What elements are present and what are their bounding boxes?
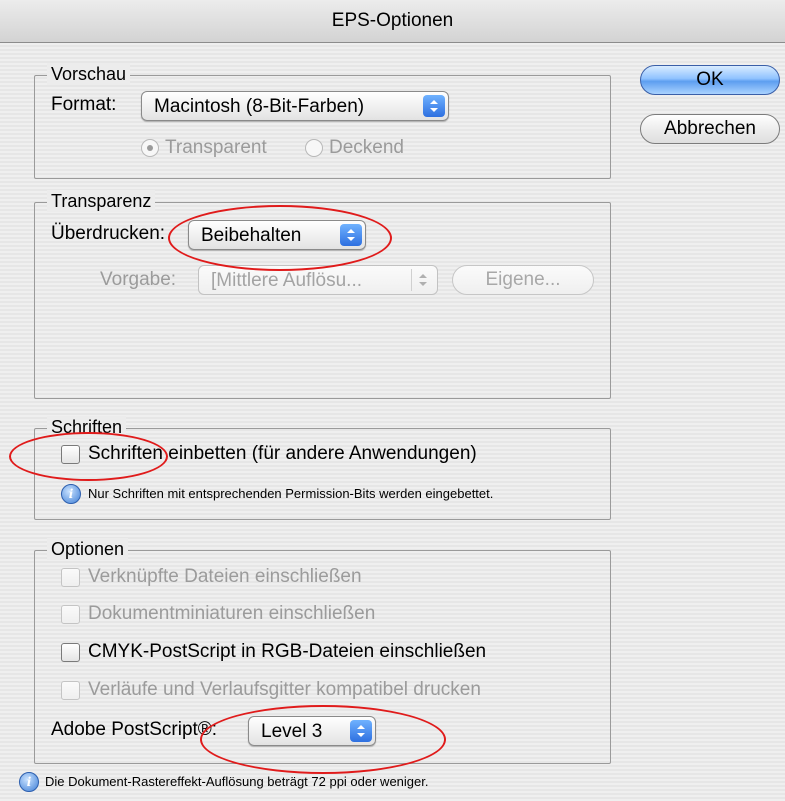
popup-arrows-icon xyxy=(423,95,445,117)
embed-fonts-label: Schriften einbetten (für andere Anwendun… xyxy=(88,443,477,464)
popup-arrows-icon xyxy=(340,224,362,246)
radio-transparent-label: Transparent xyxy=(165,137,267,158)
radio-transparent[interactable] xyxy=(141,139,159,157)
include-thumbnails-checkbox[interactable] xyxy=(61,605,80,624)
compatible-gradients-label: Verläufe und Verlaufsgitter kompatibel d… xyxy=(88,679,481,700)
ok-button[interactable]: OK xyxy=(640,65,780,95)
fonts-group: Schriften Schriften einbetten (für ander… xyxy=(34,416,611,520)
window-title: EPS-Optionen xyxy=(331,10,454,31)
transparency-legend: Transparenz xyxy=(47,190,156,212)
preset-label: Vorgabe: xyxy=(100,269,177,290)
preview-legend: Vorschau xyxy=(47,63,131,85)
cancel-button[interactable]: Abbrechen xyxy=(640,114,780,144)
postscript-level-value: Level 3 xyxy=(261,721,323,742)
format-value: Macintosh (8-Bit-Farben) xyxy=(154,96,365,117)
format-label: Format: xyxy=(51,94,117,115)
info-icon: i xyxy=(61,484,81,504)
options-legend: Optionen xyxy=(47,538,129,560)
postscript-label: Adobe PostScript®: xyxy=(51,719,218,740)
include-thumbnails-label: Dokumentminiaturen einschließen xyxy=(88,603,376,624)
radio-opaque-label: Deckend xyxy=(329,137,404,158)
footer-info-text: Die Dokument-Rastereffekt-Auflösung betr… xyxy=(45,774,429,789)
popup-arrows-icon xyxy=(411,269,434,291)
preset-value: [Mittlere Auflösu... xyxy=(211,270,363,291)
custom-button[interactable]: Eigene... xyxy=(452,265,594,295)
format-popup[interactable]: Macintosh (8-Bit-Farben) xyxy=(141,91,449,121)
preset-popup[interactable]: [Mittlere Auflösu... xyxy=(198,265,438,295)
preview-group: Vorschau Format: Macintosh (8-Bit-Farben… xyxy=(34,63,611,179)
postscript-level-popup[interactable]: Level 3 xyxy=(248,716,376,746)
include-linked-label: Verknüpfte Dateien einschließen xyxy=(88,566,362,587)
window-title-bar: EPS-Optionen xyxy=(0,0,785,43)
options-group: Optionen Verknüpfte Dateien einschließen… xyxy=(34,538,611,764)
fonts-legend: Schriften xyxy=(47,416,127,438)
overprint-popup[interactable]: Beibehalten xyxy=(188,220,366,250)
footer-info-icon: i xyxy=(19,772,39,792)
transparency-group: Transparenz Überdrucken: Beibehalten Vor… xyxy=(34,190,611,399)
overprint-label: Überdrucken: xyxy=(51,223,166,244)
embed-fonts-checkbox[interactable] xyxy=(61,445,80,464)
include-cmyk-checkbox[interactable] xyxy=(61,643,80,662)
fonts-info-text: Nur Schriften mit entsprechenden Permiss… xyxy=(88,486,494,501)
popup-arrows-icon xyxy=(350,720,372,742)
radio-opaque[interactable] xyxy=(305,139,323,157)
include-linked-checkbox[interactable] xyxy=(61,568,80,587)
overprint-value: Beibehalten xyxy=(201,225,302,246)
include-cmyk-label: CMYK-PostScript in RGB-Dateien einschlie… xyxy=(88,641,487,662)
compatible-gradients-checkbox[interactable] xyxy=(61,681,80,700)
